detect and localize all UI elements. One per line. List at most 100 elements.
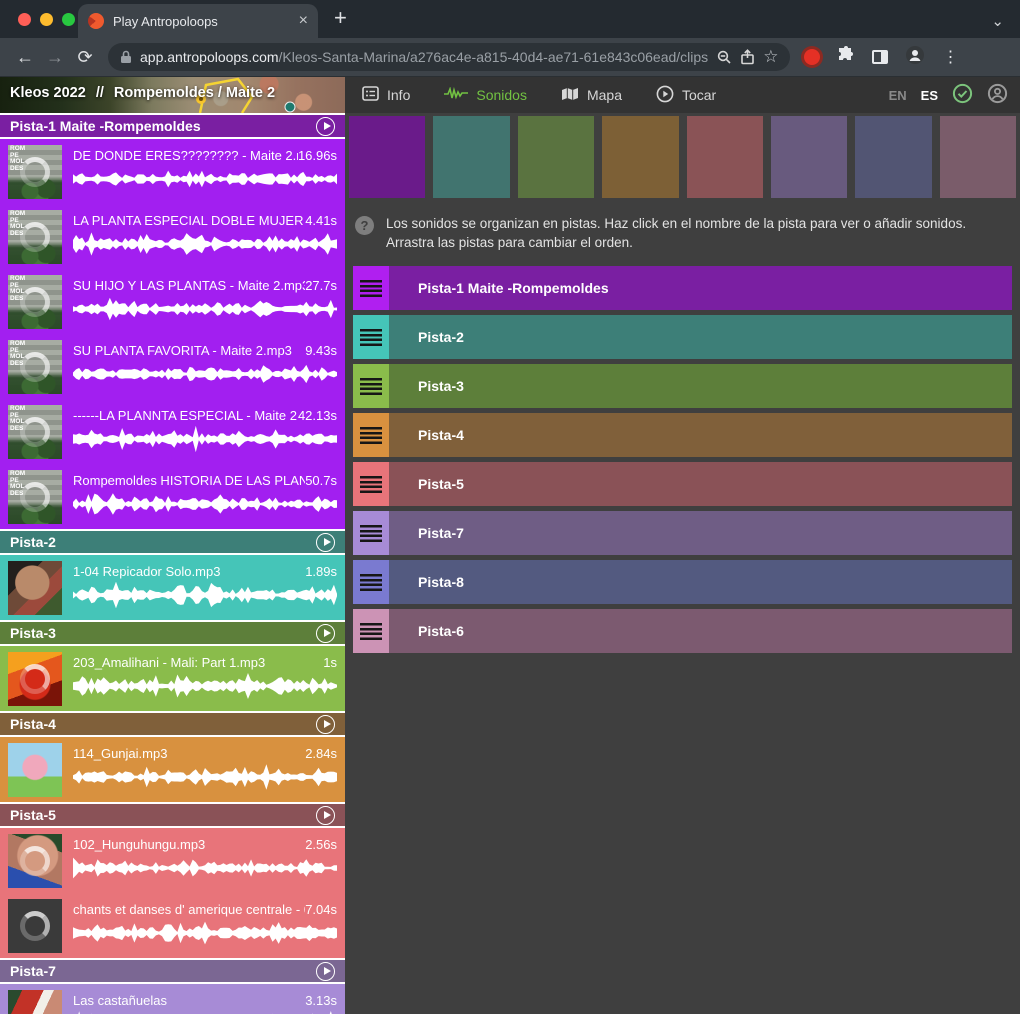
track-row[interactable]: Pista-5 bbox=[353, 462, 1012, 506]
profile-avatar[interactable] bbox=[905, 45, 925, 70]
side-panel-icon[interactable] bbox=[872, 50, 888, 64]
track-row-label: Pista-3 bbox=[418, 378, 464, 394]
tab-search-chevron-icon[interactable]: ⌄ bbox=[991, 12, 1004, 30]
sidebar-track-header[interactable]: Pista-1 Maite -Rompemoldes bbox=[0, 113, 345, 139]
track-color-swatch[interactable] bbox=[940, 116, 1016, 198]
drag-handle[interactable] bbox=[353, 560, 389, 604]
track-row[interactable]: Pista-8 bbox=[353, 560, 1012, 604]
clip-item[interactable]: chants et danses d' amerique centrale - … bbox=[0, 893, 345, 958]
clip-duration: 3.13s bbox=[305, 993, 337, 1008]
track-row-body[interactable]: Pista-3 bbox=[389, 364, 1012, 408]
track-color-swatch[interactable] bbox=[602, 116, 678, 198]
clip-item[interactable]: ROM PE MOL DES SU PLANTA FAVORITA - Mait… bbox=[0, 334, 345, 399]
sidebar-track-header[interactable]: Pista-7 bbox=[0, 958, 345, 984]
sync-check-icon[interactable] bbox=[952, 83, 973, 107]
url-text[interactable]: app.antropoloops.com/Kleos-Santa-Marina/… bbox=[140, 49, 708, 65]
sidebar-track-header[interactable]: Pista-5 bbox=[0, 802, 345, 828]
browser-menu-icon[interactable]: ⋮ bbox=[942, 47, 958, 67]
tab-close-icon[interactable]: × bbox=[299, 13, 308, 29]
track-color-swatch[interactable] bbox=[433, 116, 509, 198]
clip-thumbnail: ROM PE MOL DES bbox=[8, 405, 62, 459]
address-bar[interactable]: app.antropoloops.com/Kleos-Santa-Marina/… bbox=[108, 43, 790, 71]
app-tab-tocar[interactable]: Tocar bbox=[639, 77, 733, 113]
clip-body: SU PLANTA FAVORITA - Maite 2.mp3 9.43s bbox=[73, 340, 337, 399]
drag-handle[interactable] bbox=[353, 315, 389, 359]
clip-item[interactable]: ROM PE MOL DES Rompemoldes HISTORIA DE L… bbox=[0, 464, 345, 529]
app-tab-info[interactable]: Info bbox=[345, 77, 427, 113]
forward-button[interactable]: → bbox=[40, 47, 70, 68]
browser-tab[interactable]: Play Antropoloops × bbox=[78, 4, 318, 38]
track-row-body[interactable]: Pista-1 Maite -Rompemoldes bbox=[389, 266, 1012, 310]
app-tab-mapa[interactable]: Mapa bbox=[544, 77, 639, 113]
track-row[interactable]: Pista-1 Maite -Rompemoldes bbox=[353, 266, 1012, 310]
play-track-button[interactable] bbox=[316, 806, 335, 825]
track-color-swatch[interactable] bbox=[518, 116, 594, 198]
clip-item[interactable]: Las castañuelas 3.13s bbox=[0, 984, 345, 1014]
clip-item[interactable]: 102_Hunguhungu.mp3 2.56s bbox=[0, 828, 345, 893]
breadcrumb-project[interactable]: Kleos 2022 bbox=[10, 85, 86, 101]
clip-item[interactable]: ROM PE MOL DES DE DONDE ERES???????? - M… bbox=[0, 139, 345, 204]
track-row-label: Pista-2 bbox=[418, 329, 464, 345]
clip-name: 114_Gunjai.mp3 bbox=[73, 746, 305, 761]
track-row[interactable]: Pista-4 bbox=[353, 413, 1012, 457]
clip-item[interactable]: ROM PE MOL DES ------LA PLANNTA ESPECIAL… bbox=[0, 399, 345, 464]
track-row-body[interactable]: Pista-4 bbox=[389, 413, 1012, 457]
sidebar-track-section: Pista-4 114_Gunjai.mp3 2.84s bbox=[0, 711, 345, 802]
track-row[interactable]: Pista-2 bbox=[353, 315, 1012, 359]
track-row-body[interactable]: Pista-2 bbox=[389, 315, 1012, 359]
language-toggle-es[interactable]: ES bbox=[921, 88, 938, 103]
track-color-swatch[interactable] bbox=[855, 116, 931, 198]
drag-handle[interactable] bbox=[353, 266, 389, 310]
grip-icon bbox=[360, 427, 382, 444]
drag-handle[interactable] bbox=[353, 413, 389, 457]
app-tab-sonidos[interactable]: Sonidos bbox=[427, 77, 544, 113]
play-track-button[interactable] bbox=[316, 117, 335, 136]
track-row-body[interactable]: Pista-8 bbox=[389, 560, 1012, 604]
clip-duration: 7.04s bbox=[305, 902, 337, 917]
zoom-page-icon[interactable] bbox=[716, 49, 732, 65]
clip-item[interactable]: 1-04 Repicador Solo.mp3 1.89s bbox=[0, 555, 345, 620]
zoom-window-button[interactable] bbox=[62, 13, 75, 26]
language-toggle-en[interactable]: EN bbox=[889, 88, 907, 103]
new-tab-button[interactable]: + bbox=[334, 5, 347, 31]
track-color-swatch[interactable] bbox=[349, 116, 425, 198]
drag-handle[interactable] bbox=[353, 462, 389, 506]
recording-indicator-icon[interactable] bbox=[804, 49, 820, 65]
clip-item[interactable]: ROM PE MOL DES SU HIJO Y LAS PLANTAS - M… bbox=[0, 269, 345, 334]
header-map-thumbnail[interactable]: Kleos 2022 // Rompemoldes / Maite 2 bbox=[0, 77, 345, 113]
sidebar-track-header[interactable]: Pista-4 bbox=[0, 711, 345, 737]
minimize-window-button[interactable] bbox=[40, 13, 53, 26]
track-row-body[interactable]: Pista-7 bbox=[389, 511, 1012, 555]
reload-button[interactable]: ⟳ bbox=[70, 47, 100, 68]
play-track-button[interactable] bbox=[316, 533, 335, 552]
extensions-puzzle-icon[interactable] bbox=[837, 46, 855, 69]
sidebar-track-header[interactable]: Pista-2 bbox=[0, 529, 345, 555]
clip-item[interactable]: 114_Gunjai.mp3 2.84s bbox=[0, 737, 345, 802]
track-row[interactable]: Pista-7 bbox=[353, 511, 1012, 555]
clip-duration: 50.7s bbox=[305, 473, 337, 488]
play-track-button[interactable] bbox=[316, 715, 335, 734]
bookmark-star-icon[interactable]: ☆ bbox=[763, 47, 778, 67]
drag-handle[interactable] bbox=[353, 511, 389, 555]
track-color-swatch[interactable] bbox=[771, 116, 847, 198]
track-color-swatch[interactable] bbox=[687, 116, 763, 198]
breadcrumb[interactable]: Kleos 2022 // Rompemoldes / Maite 2 bbox=[10, 85, 275, 101]
drag-handle[interactable] bbox=[353, 609, 389, 653]
sidebar-track-header[interactable]: Pista-3 bbox=[0, 620, 345, 646]
account-icon[interactable] bbox=[987, 83, 1008, 107]
clip-item[interactable]: ROM PE MOL DES LA PLANTA ESPECIAL DOBLE … bbox=[0, 204, 345, 269]
play-track-button[interactable] bbox=[316, 962, 335, 981]
track-row[interactable]: Pista-6 bbox=[353, 609, 1012, 653]
app-tab-label: Tocar bbox=[682, 87, 716, 103]
clip-body: LA PLANTA ESPECIAL DOBLE MUJER - Mai... … bbox=[73, 210, 337, 269]
back-button[interactable]: ← bbox=[10, 47, 40, 68]
track-row-body[interactable]: Pista-5 bbox=[389, 462, 1012, 506]
share-icon[interactable] bbox=[740, 49, 755, 65]
play-track-button[interactable] bbox=[316, 624, 335, 643]
drag-handle[interactable] bbox=[353, 364, 389, 408]
track-row[interactable]: Pista-3 bbox=[353, 364, 1012, 408]
clip-item[interactable]: 203_Amalihani - Mali: Part 1.mp3 1s bbox=[0, 646, 345, 711]
clip-body: SU HIJO Y LAS PLANTAS - Maite 2.mp3 27.7… bbox=[73, 275, 337, 334]
close-window-button[interactable] bbox=[18, 13, 31, 26]
track-row-body[interactable]: Pista-6 bbox=[389, 609, 1012, 653]
